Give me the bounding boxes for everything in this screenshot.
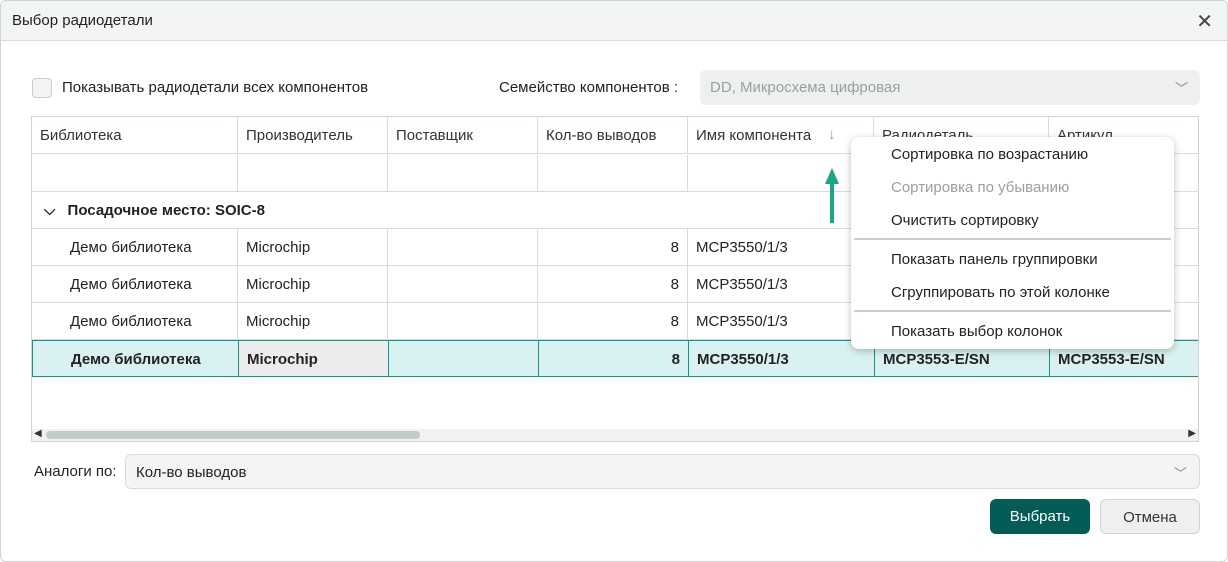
filter-cell[interactable]: [538, 155, 688, 191]
table-cell[interactable]: Демо библиотека: [32, 303, 238, 339]
filter-cell[interactable]: [238, 155, 388, 191]
table-cell[interactable]: 8: [539, 341, 689, 376]
table-cell[interactable]: [389, 341, 539, 376]
show-all-checkbox[interactable]: [32, 78, 52, 98]
menu-item[interactable]: Очистить сортировку: [891, 212, 1039, 229]
select-button[interactable]: Выбрать: [990, 499, 1090, 534]
chevron-down-icon: ﹀: [1173, 466, 1187, 481]
scroll-left-icon[interactable]: ◀: [34, 428, 42, 439]
table-cell[interactable]: Демо библиотека: [33, 341, 239, 376]
title-bar: Выбор радиодетали ✕: [1, 1, 1227, 41]
horizontal-scrollbar[interactable]: ◀ ▶: [32, 428, 1198, 441]
menu-item[interactable]: Показать выбор колонок: [891, 323, 1062, 340]
table-cell[interactable]: Microchip: [238, 266, 388, 302]
table-cell[interactable]: [388, 266, 538, 302]
group-label: Посадочное место: SOIC-8: [67, 202, 265, 219]
table-cell[interactable]: MCP3550/1/3: [688, 266, 874, 302]
menu-separator: [854, 238, 1171, 240]
family-label: Семейство компонентов :: [499, 79, 678, 96]
analogs-label: Аналоги по:: [34, 463, 117, 480]
context-menu: Сортировка по возрастанию Сортировка по у…: [851, 137, 1174, 349]
table-cell[interactable]: Microchip: [239, 341, 389, 376]
table-cell[interactable]: 8: [538, 229, 688, 265]
show-all-label[interactable]: Показывать радиодетали всех компонентов: [62, 79, 368, 96]
table-cell[interactable]: [388, 303, 538, 339]
table-cell[interactable]: Демо библиотека: [32, 266, 238, 302]
close-icon[interactable]: ✕: [1196, 9, 1213, 34]
dialog-title: Выбор радиодетали: [12, 12, 153, 29]
menu-item[interactable]: Сгруппировать по этой колонке: [891, 284, 1110, 301]
arrow-up-icon: [825, 168, 839, 223]
table-cell[interactable]: 8: [538, 266, 688, 302]
analogs-value: Кол-во выводов: [136, 464, 247, 481]
dialog: Выбор радиодетали ✕ Показывать радиодета…: [0, 0, 1228, 562]
cancel-button[interactable]: Отмена: [1100, 499, 1200, 534]
table-cell[interactable]: MCP3550/1/3: [688, 229, 874, 265]
table-cell[interactable]: Microchip: [238, 229, 388, 265]
sort-desc-icon[interactable]: ↓: [828, 126, 836, 143]
column-header[interactable]: Имя компонента: [688, 117, 874, 153]
chevron-down-icon[interactable]: ⌵: [44, 202, 60, 219]
filter-cell[interactable]: [388, 155, 538, 191]
family-select[interactable]: DD, Микросхема цифровая ﹀: [700, 70, 1200, 105]
analogs-select[interactable]: Кол-во выводов ﹀: [125, 454, 1200, 489]
scrollbar-thumb[interactable]: [46, 431, 420, 439]
family-value: DD, Микросхема цифровая: [710, 79, 901, 96]
menu-item[interactable]: Сортировка по возрастанию: [891, 146, 1088, 163]
scroll-right-icon[interactable]: ▶: [1188, 428, 1196, 439]
column-header[interactable]: Библиотека: [32, 117, 238, 153]
chevron-down-icon: ﹀: [1174, 81, 1188, 96]
menu-item[interactable]: Показать панель группировки: [891, 251, 1098, 268]
column-header[interactable]: Производитель: [238, 117, 388, 153]
table-cell[interactable]: Microchip: [238, 303, 388, 339]
table-cell[interactable]: MCP3550/1/3: [688, 303, 874, 339]
menu-separator: [854, 310, 1171, 312]
table-cell[interactable]: 8: [538, 303, 688, 339]
table-cell[interactable]: MCP3550/1/3: [689, 341, 875, 376]
column-header[interactable]: Кол-во выводов: [538, 117, 688, 153]
table-cell[interactable]: Демо библиотека: [32, 229, 238, 265]
menu-item: Сортировка по убыванию: [891, 179, 1070, 196]
table-cell[interactable]: [388, 229, 538, 265]
filter-cell[interactable]: [688, 155, 874, 191]
filter-cell[interactable]: [32, 155, 238, 191]
column-header[interactable]: Поставщик: [388, 117, 538, 153]
